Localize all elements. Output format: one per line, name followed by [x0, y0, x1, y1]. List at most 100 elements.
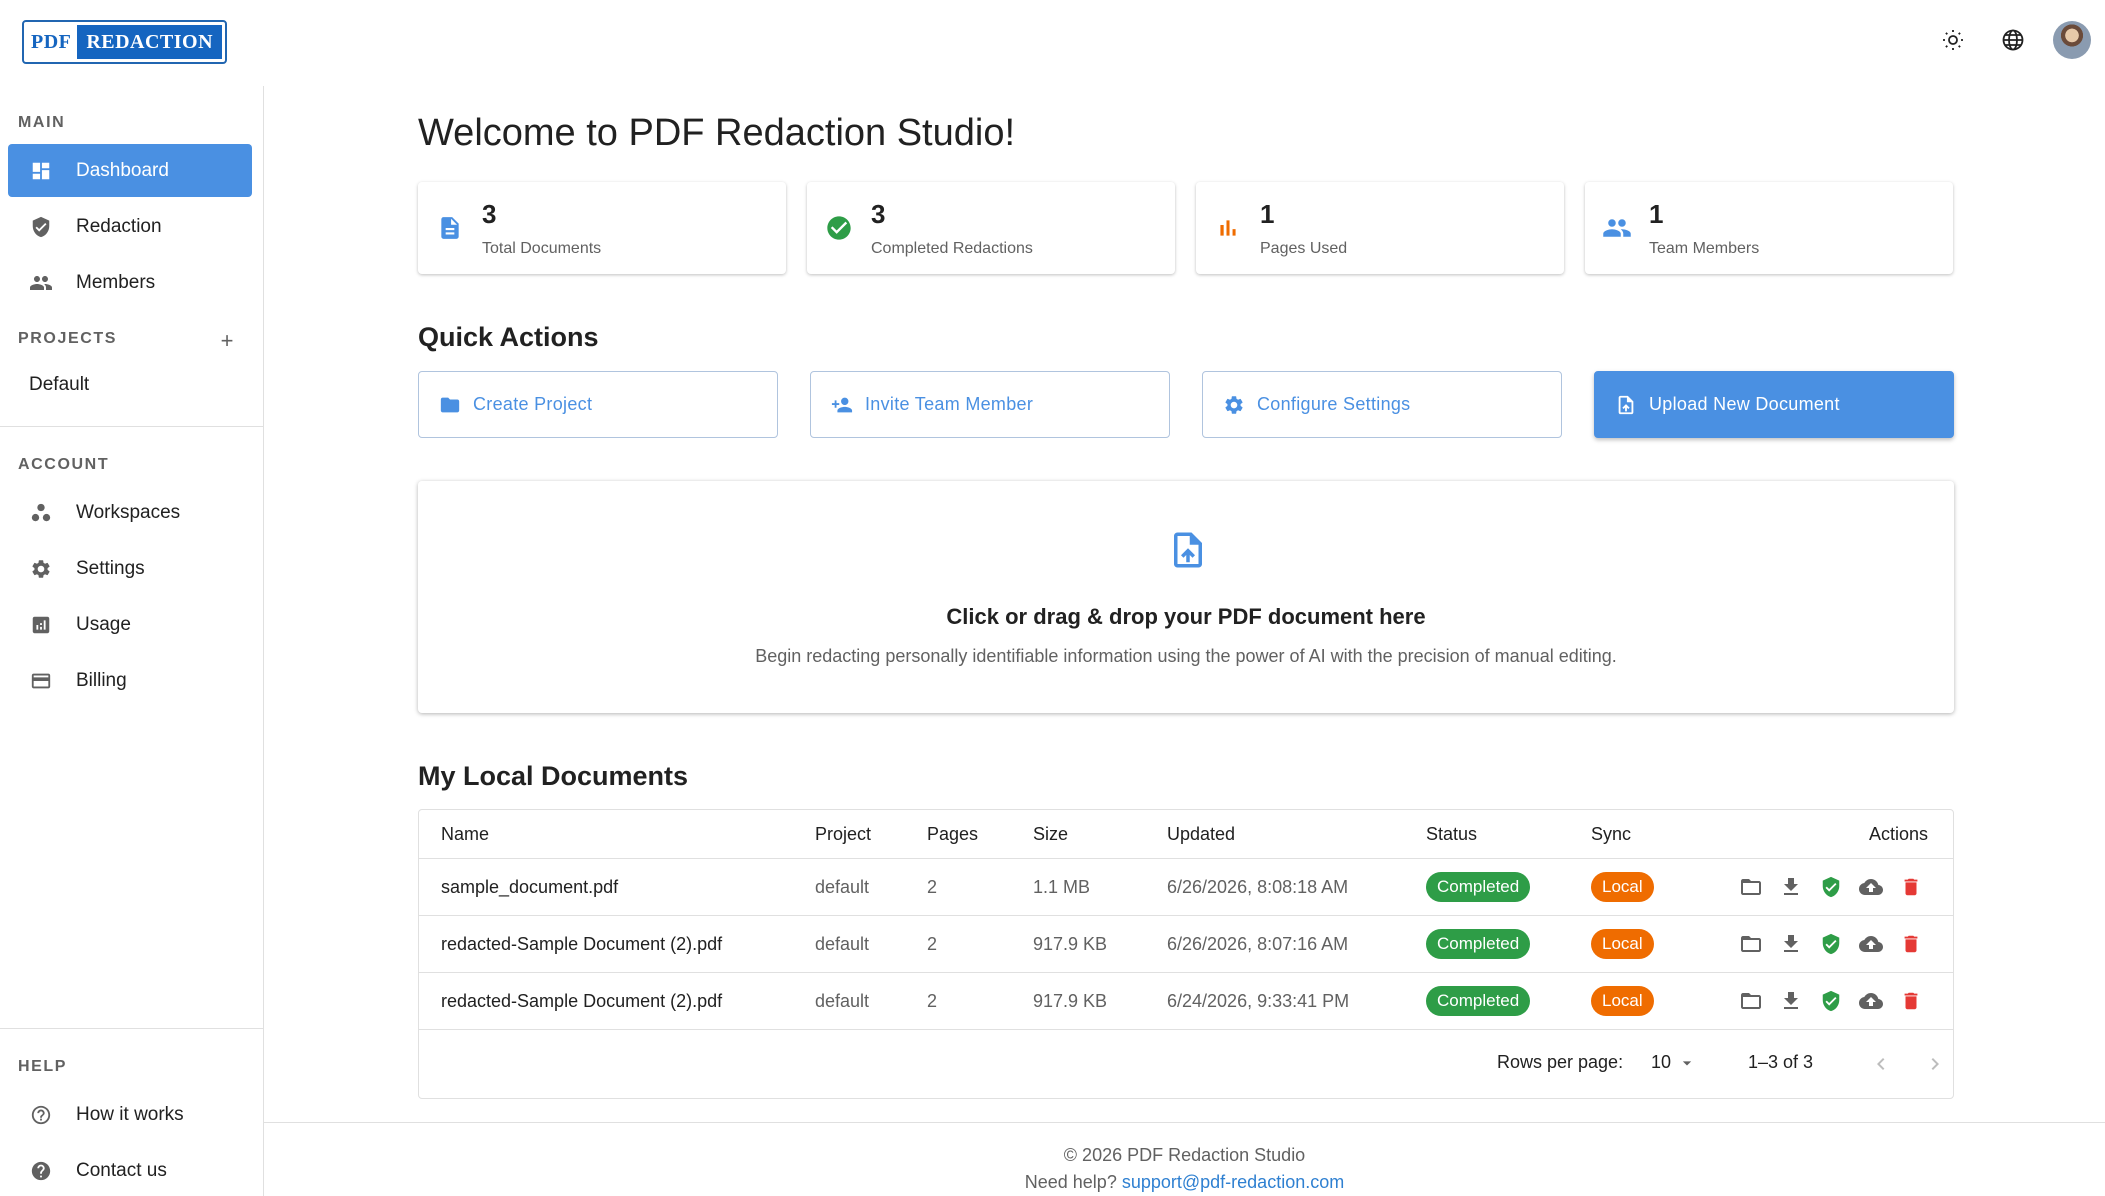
- status-badge: Completed: [1426, 986, 1531, 1016]
- add-project-plus-icon[interactable]: +: [216, 328, 238, 353]
- sidebar-item-contact-us[interactable]: Contact us: [8, 1144, 252, 1196]
- logo-text-pdf: PDF: [31, 30, 72, 53]
- sync-badge: Local: [1591, 986, 1654, 1016]
- doc-name[interactable]: sample_document.pdf: [441, 859, 618, 915]
- workspaces-icon: [8, 502, 62, 524]
- language-globe-icon[interactable]: [1993, 20, 2033, 60]
- rows-per-page-value: 10: [1651, 1052, 1672, 1072]
- column-header[interactable]: Pages: [927, 810, 978, 858]
- sidebar-item-dashboard[interactable]: Dashboard: [8, 144, 252, 197]
- doc-pages: 2: [927, 876, 938, 897]
- person-add-icon: [831, 394, 853, 416]
- button-label: Upload New Document: [1649, 394, 1840, 414]
- delete-icon[interactable]: [1899, 875, 1923, 899]
- column-header[interactable]: Size: [1033, 810, 1068, 858]
- table-header-row: Name Project Pages Size Updated Status S…: [419, 810, 1953, 859]
- app-logo[interactable]: PDF REDACTION: [22, 20, 227, 64]
- stat-value: 1: [1260, 198, 1275, 229]
- doc-name[interactable]: redacted-Sample Document (2).pdf: [441, 973, 722, 1029]
- quick-actions-title: Quick Actions: [418, 322, 599, 352]
- column-header[interactable]: Project: [815, 810, 871, 858]
- shield-check-icon[interactable]: [1819, 875, 1843, 899]
- next-page-chevron-right-icon[interactable]: [1921, 1050, 1949, 1078]
- stat-card-team-members: 1 Team Members: [1585, 182, 1953, 274]
- download-icon[interactable]: [1779, 989, 1803, 1013]
- sidebar-item-members[interactable]: Members: [8, 256, 252, 309]
- upload-file-icon: [1615, 394, 1637, 416]
- sidebar-item-how-it-works[interactable]: How it works: [8, 1088, 252, 1141]
- column-header[interactable]: Name: [441, 810, 489, 858]
- gear-icon: [8, 558, 62, 580]
- stat-label: Completed Redactions: [871, 239, 1033, 257]
- upload-file-icon: [1167, 525, 1209, 580]
- sidebar-item-label: Dashboard: [76, 159, 169, 181]
- table-row[interactable]: redacted-Sample Document (2).pdf default…: [419, 973, 1953, 1030]
- delete-icon[interactable]: [1899, 989, 1923, 1013]
- upload-new-document-button[interactable]: Upload New Document: [1594, 371, 1954, 438]
- folder-icon[interactable]: [1739, 932, 1763, 956]
- sidebar-item-usage[interactable]: Usage: [8, 598, 252, 651]
- footer-help-line: Need help? support@pdf-redaction.com: [264, 1172, 2105, 1193]
- sidebar-item-settings[interactable]: Settings: [8, 542, 252, 595]
- folder-icon[interactable]: [1739, 875, 1763, 899]
- shield-check-icon[interactable]: [1819, 989, 1843, 1013]
- row-actions: [1739, 973, 1923, 1029]
- stat-value: 3: [871, 198, 886, 229]
- user-avatar[interactable]: [2053, 21, 2091, 59]
- button-label: Create Project: [473, 394, 593, 414]
- rows-per-page-select[interactable]: 10: [1651, 1052, 1697, 1073]
- invite-team-member-button[interactable]: Invite Team Member: [810, 371, 1170, 438]
- gear-icon: [1223, 394, 1245, 416]
- download-icon[interactable]: [1779, 932, 1803, 956]
- configure-settings-button[interactable]: Configure Settings: [1202, 371, 1562, 438]
- pdf-dropzone[interactable]: Click or drag & drop your PDF document h…: [418, 481, 1954, 713]
- shield-check-icon[interactable]: [1819, 932, 1843, 956]
- previous-page-chevron-left-icon[interactable]: [1867, 1050, 1895, 1078]
- sidebar-item-label: Settings: [76, 557, 145, 579]
- table-row[interactable]: redacted-Sample Document (2).pdf default…: [419, 916, 1953, 973]
- stat-label: Total Documents: [482, 239, 602, 257]
- sidebar-divider: [0, 426, 264, 427]
- footer-help-prefix: Need help?: [1024, 1172, 1117, 1192]
- stat-card-completed-redactions: 3 Completed Redactions: [807, 182, 1175, 274]
- stat-value: 1: [1649, 198, 1664, 229]
- sidebar-item-label: Members: [76, 271, 156, 293]
- doc-project: default: [815, 876, 870, 897]
- table-row[interactable]: sample_document.pdf default 2 1.1 MB 6/2…: [419, 859, 1953, 916]
- section-title-projects: PROJECTS: [18, 330, 118, 347]
- stat-card-total-documents: 3 Total Documents: [418, 182, 786, 274]
- people-icon: [8, 271, 62, 295]
- sync-badge: Local: [1591, 872, 1654, 902]
- sidebar-item-billing[interactable]: Billing: [8, 654, 252, 707]
- doc-pages: 2: [927, 933, 938, 954]
- sidebar-item-label: Redaction: [76, 215, 162, 237]
- app-header: PDF REDACTION: [0, 0, 2105, 86]
- sidebar-item-label: Workspaces: [76, 501, 181, 523]
- cloud-upload-icon[interactable]: [1859, 989, 1883, 1013]
- project-item-default[interactable]: Default: [29, 374, 89, 396]
- logo-text-redaction: REDACTION: [77, 25, 222, 59]
- create-project-button[interactable]: Create Project: [418, 371, 778, 438]
- button-label: Invite Team Member: [865, 394, 1034, 414]
- help-filled-icon: [8, 1160, 62, 1182]
- cloud-upload-icon[interactable]: [1859, 932, 1883, 956]
- folder-icon[interactable]: [1739, 989, 1763, 1013]
- theme-toggle-sun-icon[interactable]: [1933, 20, 1973, 60]
- documents-title: My Local Documents: [418, 761, 689, 791]
- column-header[interactable]: Updated: [1167, 810, 1235, 858]
- delete-icon[interactable]: [1899, 932, 1923, 956]
- column-header[interactable]: Status: [1426, 810, 1477, 858]
- pagination-range: 1–3 of 3: [1748, 1052, 1814, 1072]
- caret-down-icon: [1682, 1060, 1692, 1065]
- doc-name[interactable]: redacted-Sample Document (2).pdf: [441, 916, 722, 972]
- section-title-help: HELP: [18, 1058, 68, 1075]
- column-header[interactable]: Sync: [1591, 810, 1631, 858]
- download-icon[interactable]: [1779, 875, 1803, 899]
- cloud-upload-icon[interactable]: [1859, 875, 1883, 899]
- row-actions: [1739, 916, 1923, 972]
- sidebar-item-redaction[interactable]: Redaction: [8, 200, 252, 253]
- header-actions: [1933, 20, 2091, 60]
- support-email-link[interactable]: support@pdf-redaction.com: [1122, 1172, 1344, 1192]
- doc-updated: 6/26/2026, 8:07:16 AM: [1167, 933, 1349, 954]
- sidebar-item-workspaces[interactable]: Workspaces: [8, 486, 252, 539]
